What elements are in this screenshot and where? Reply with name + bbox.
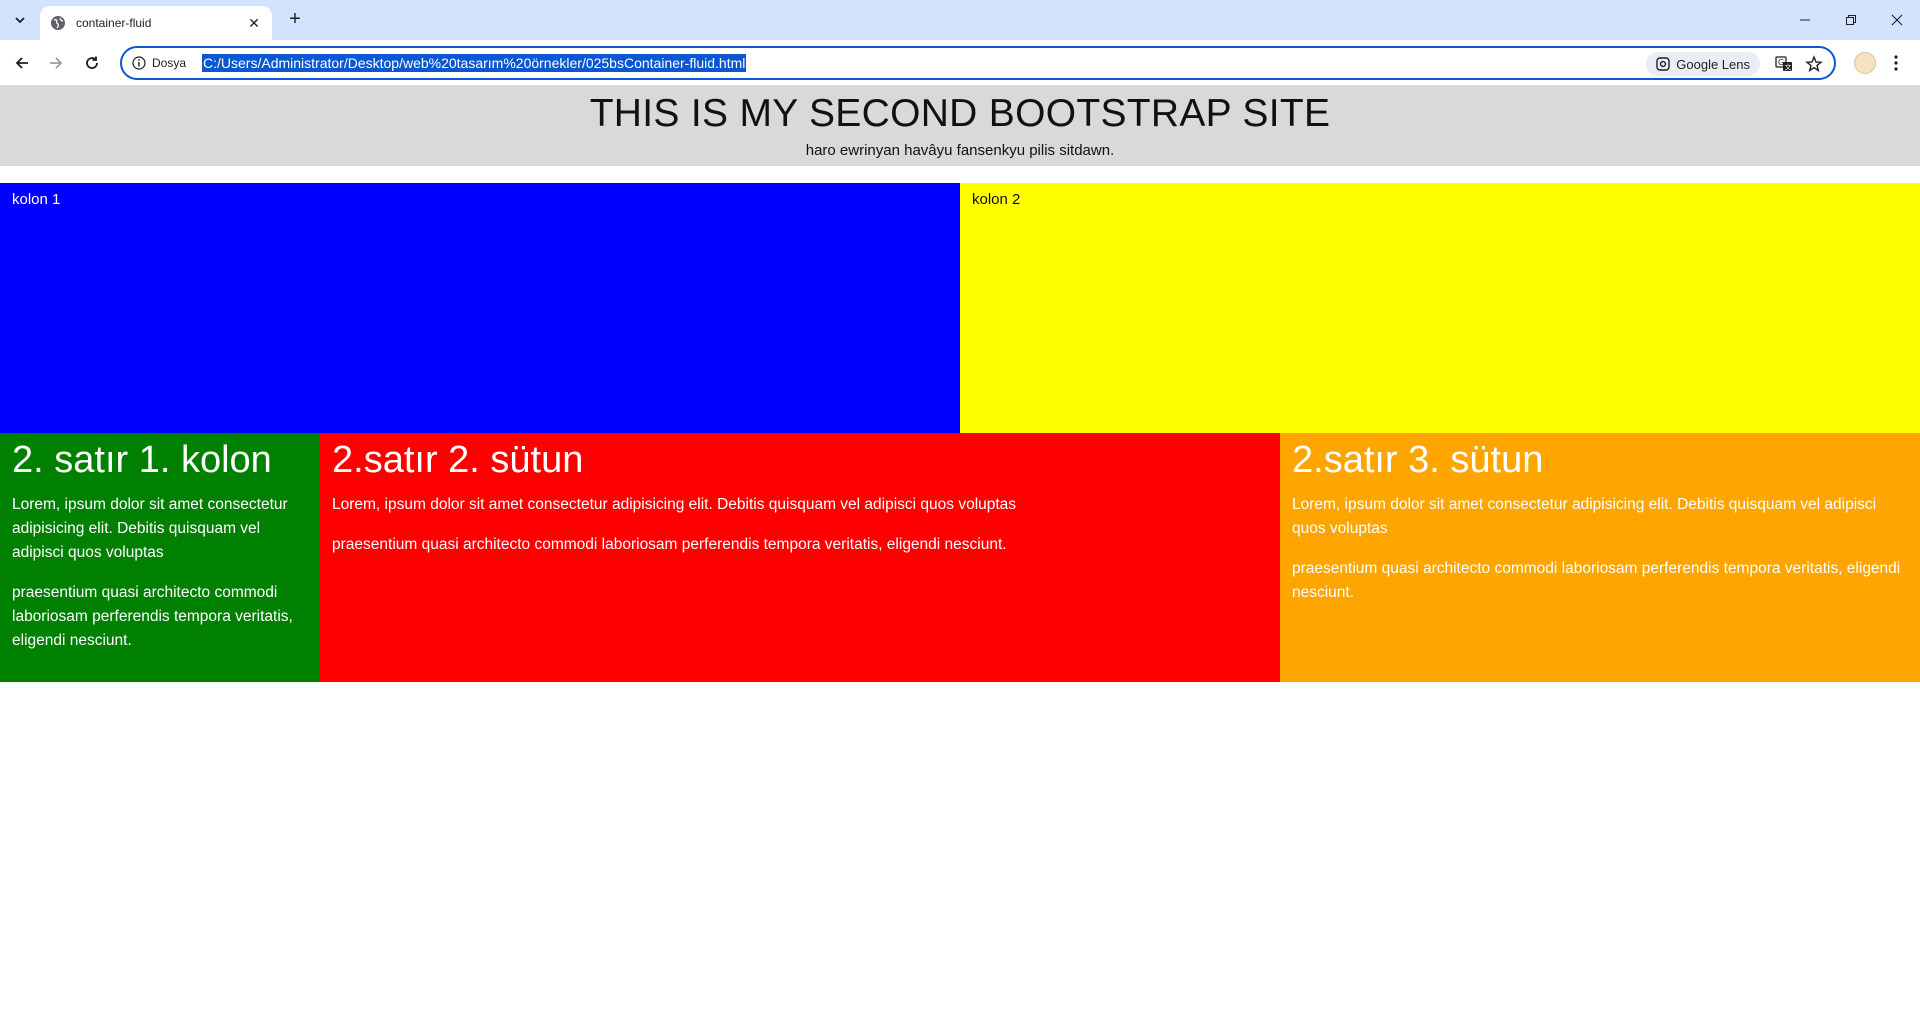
column-paragraph: praesentium quasi architecto commodi lab… [1292,560,1901,601]
browser-tab[interactable]: container-fluid ✕ [40,6,272,40]
lens-icon [1656,57,1670,71]
site-info-button[interactable]: Dosya [132,56,186,70]
site-info-label: Dosya [152,56,187,70]
close-window-button[interactable] [1874,0,1920,40]
info-icon [132,56,146,70]
translate-button[interactable]: G文 [1774,54,1794,74]
column-label: kolon 1 [12,191,61,208]
arrow-right-icon [50,57,63,69]
arrow-left-icon [15,57,28,69]
column-kolon-2: kolon 2 [960,183,1920,433]
restore-button[interactable] [1828,0,1874,40]
tab-title: container-fluid [76,16,152,30]
jumbotron: THIS IS MY SECOND BOOTSTRAP SITE haro ew… [0,86,1920,166]
lens-label: Google Lens [1676,56,1750,72]
minimize-button[interactable] [1782,0,1828,40]
chevron-down-icon [15,17,25,24]
row2-column-2: 2.satır 2. sütun Lorem, ipsum dolor sit … [320,433,1280,682]
browser-toolbar: Dosya C:/Users/Administrator/Desktop/web… [0,40,1920,86]
row2-column-3: 2.satır 3. sütun Lorem, ipsum dolor sit … [1280,433,1920,682]
column-paragraph: Lorem, ipsum dolor sit amet consectetur … [12,496,288,561]
svg-text:文: 文 [1785,63,1792,72]
reload-button[interactable] [78,49,106,77]
forward-button[interactable] [42,49,70,77]
more-vert-icon [1894,55,1898,71]
new-tab-button[interactable]: + [284,9,306,31]
row-2: 2. satır 1. kolon Lorem, ipsum dolor sit… [0,433,1920,682]
star-icon [1805,55,1823,73]
column-paragraph: Lorem, ipsum dolor sit amet consectetur … [332,496,1017,513]
restore-icon [1846,15,1856,25]
translate-icon: G文 [1775,56,1792,72]
close-tab-icon[interactable]: ✕ [246,15,262,32]
column-label: kolon 2 [972,191,1021,208]
column-heading: 2.satır 2. sütun [332,439,584,481]
column-paragraph: Lorem, ipsum dolor sit amet consectetur … [1292,496,1877,537]
address-bar[interactable]: Dosya C:/Users/Administrator/Desktop/web… [120,46,1836,80]
page-subtitle: haro ewrinyan havâyu fansenkyu pilis sit… [805,142,1115,159]
bookmark-button[interactable] [1804,54,1824,74]
column-paragraph: praesentium quasi architecto commodi lab… [12,584,293,649]
tab-search-button[interactable] [8,8,32,32]
page-title: THIS IS MY SECOND BOOTSTRAP SITE [589,92,1331,135]
url-text[interactable]: C:/Users/Administrator/Desktop/web%20tas… [202,54,747,72]
close-icon [1891,14,1903,26]
minimize-icon [1800,19,1810,21]
back-button[interactable] [8,49,36,77]
globe-icon [51,16,65,30]
google-lens-button[interactable]: Google Lens [1646,52,1760,76]
page-content: THIS IS MY SECOND BOOTSTRAP SITE haro ew… [0,86,1920,1027]
row-1: kolon 1 kolon 2 [0,183,1920,433]
profile-avatar[interactable] [1854,52,1876,74]
reload-icon [86,56,98,69]
row2-column-1: 2. satır 1. kolon Lorem, ipsum dolor sit… [0,433,320,682]
column-kolon-1: kolon 1 [0,183,960,433]
column-heading: 2. satır 1. kolon [12,439,272,481]
column-paragraph: praesentium quasi architecto commodi lab… [332,536,1007,553]
tab-strip: container-fluid ✕ + [0,0,1920,40]
browser-menu-button[interactable] [1886,52,1906,74]
column-heading: 2.satır 3. sütun [1292,439,1544,481]
